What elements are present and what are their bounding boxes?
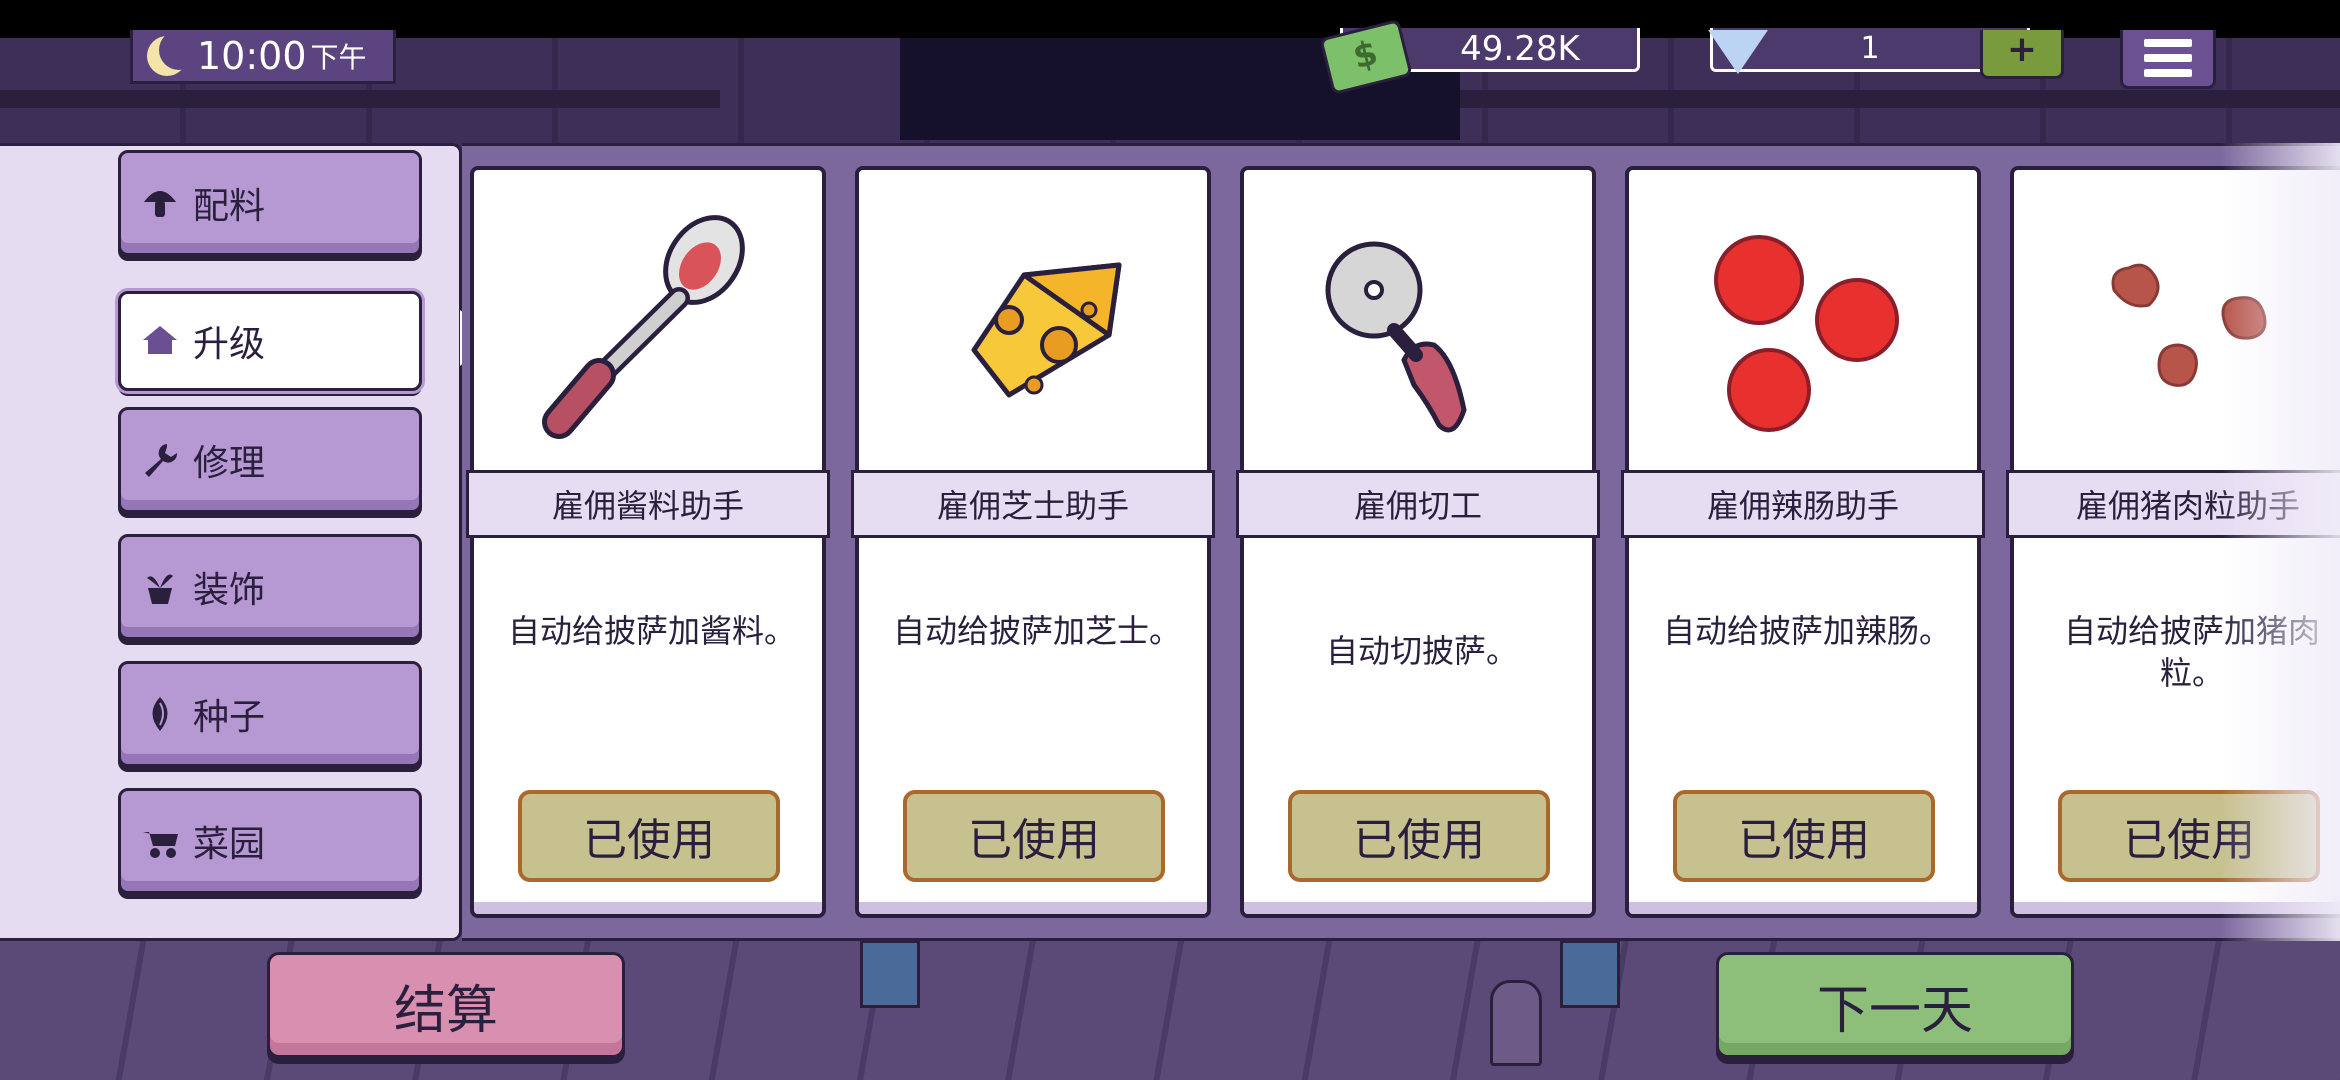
tab-label: 种子 — [193, 697, 266, 738]
used-button[interactable]: 已使用 — [1673, 790, 1935, 882]
tab-label: 装饰 — [193, 570, 266, 611]
potted-plant-icon — [141, 568, 179, 606]
time-period: 下午 — [310, 40, 367, 74]
trash-bin — [1560, 940, 1620, 1008]
tab-ingredients[interactable]: 配料 — [118, 150, 422, 256]
fire-hydrant — [1490, 980, 1542, 1066]
tab-label: 升级 — [193, 324, 266, 365]
awning — [0, 90, 720, 108]
moon-icon — [147, 29, 199, 76]
house-icon — [141, 322, 179, 360]
next-day-button[interactable]: 下一天 — [1716, 952, 2074, 1058]
buy-gems-button[interactable]: + — [1980, 30, 2064, 79]
tab-label: 修理 — [193, 443, 266, 484]
card-description: 自动给披萨加辣肠。 — [1662, 612, 1951, 650]
used-button[interactable]: 已使用 — [1288, 790, 1550, 882]
card-bottom-strip — [1244, 902, 1592, 914]
pizza-cutter-icon — [1244, 170, 1592, 470]
pepperoni-icon — [1629, 170, 1977, 470]
tab-repair[interactable]: 修理 — [118, 407, 422, 513]
mushroom-icon — [141, 184, 179, 222]
upgrade-card: 雇佣切工 自动切披萨。 已使用 — [1236, 166, 1600, 918]
sauce-spoon-icon — [474, 170, 822, 470]
upgrade-card: 雇佣芝士助手 自动给披萨加芝士。 已使用 — [851, 166, 1215, 918]
awning — [1460, 90, 2340, 108]
tab-label: 配料 — [193, 186, 266, 227]
wheelbarrow-icon — [141, 822, 179, 860]
card-title: 雇佣酱料助手 — [466, 470, 830, 538]
time-display: 10:00 下午 — [130, 29, 396, 84]
tab-upgrade[interactable]: 升级 — [118, 291, 422, 391]
upgrade-card: 雇佣酱料助手 自动给披萨加酱料。 已使用 — [466, 166, 830, 918]
money-value: 49.28K — [1460, 28, 1580, 69]
gem-value: 1 — [1860, 31, 1880, 66]
tab-decoration[interactable]: 装饰 — [118, 534, 422, 640]
tab-label: 菜园 — [193, 824, 266, 865]
card-bottom-strip — [859, 902, 1207, 914]
tab-seeds[interactable]: 种子 — [118, 661, 422, 767]
card-title: 雇佣芝士助手 — [851, 470, 1215, 538]
upgrade-card-list[interactable]: 雇佣酱料助手 自动给披萨加酱料。 已使用 雇佣芝士助手 自动给披萨加芝士。 已使… — [462, 143, 2340, 941]
wrench-icon — [141, 441, 179, 479]
pork-bits-icon — [2014, 170, 2340, 470]
tab-garden[interactable]: 菜园 — [118, 788, 422, 894]
checkout-button[interactable]: 结算 — [267, 952, 625, 1058]
used-button[interactable]: 已使用 — [903, 790, 1165, 882]
menu-line — [2144, 69, 2192, 77]
card-bottom-strip — [2014, 902, 2340, 914]
seed-icon — [141, 695, 179, 733]
used-button[interactable]: 已使用 — [2058, 790, 2320, 882]
card-title: 雇佣切工 — [1236, 470, 1600, 538]
time-value: 10:00 — [197, 33, 307, 78]
diamond-icon — [1708, 30, 1768, 74]
hamburger-menu-button[interactable] — [2120, 30, 2216, 89]
card-description: 自动给披萨加酱料。 — [507, 612, 796, 650]
card-bottom-strip — [474, 902, 822, 914]
card-bottom-strip — [1629, 902, 1977, 914]
menu-line — [2144, 39, 2192, 47]
card-description: 自动给披萨加芝士。 — [892, 612, 1181, 650]
used-button[interactable]: 已使用 — [518, 790, 780, 882]
card-description: 自动切披萨。 — [1325, 632, 1518, 670]
card-title: 雇佣猪肉粒助手 — [2006, 470, 2340, 538]
card-description: 自动给披萨加猪肉粒。 — [2063, 612, 2320, 692]
trash-bin — [860, 940, 920, 1008]
upgrade-card: 雇佣辣肠助手 自动给披萨加辣肠。 已使用 — [1621, 166, 1985, 918]
card-title: 雇佣辣肠助手 — [1621, 470, 1985, 538]
menu-line — [2144, 54, 2192, 62]
cheese-icon — [859, 170, 1207, 470]
upgrade-card: 雇佣猪肉粒助手 自动给披萨加猪肉粒。 已使用 — [2006, 166, 2340, 918]
